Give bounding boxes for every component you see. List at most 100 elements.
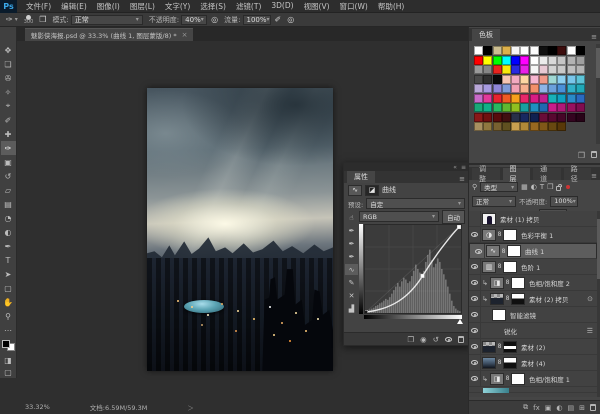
close-tab-icon[interactable]: × [182,31,188,39]
layer-name[interactable]: 锐化 [504,326,517,336]
auto-button[interactable]: 自动 [442,210,465,224]
new-group-icon[interactable]: ▤ [568,404,575,412]
swatch[interactable] [548,94,557,103]
pen-tool[interactable]: ✒ [1,239,16,253]
menu-item[interactable]: 3D(D) [266,1,298,12]
curves-graph[interactable] [365,225,461,313]
foreground-background-colors[interactable] [2,340,15,351]
layer-mask-thumbnail[interactable] [511,373,525,385]
visibility-toggle[interactable] [469,371,481,386]
panel-menu-icon[interactable]: ≡ [461,164,466,171]
swatch[interactable] [493,94,502,103]
swatch[interactable] [511,94,520,103]
menu-item[interactable]: 图像(I) [92,1,125,12]
layer-name[interactable]: 素材 (2) 拷贝 [529,294,568,304]
properties-menu-icon[interactable]: ≡ [459,175,465,183]
swatches-menu-icon[interactable]: ≡ [591,33,597,41]
gradient-tool[interactable]: ▤ [1,197,16,211]
layer-name[interactable]: 素材 (4) [521,358,545,368]
swatch[interactable] [557,46,566,55]
curve-point-tool[interactable]: ∿ [345,264,358,275]
layer-thumbnail[interactable]: ◨ [490,373,504,385]
marquee-tool[interactable]: ❏ [1,57,16,71]
swatch[interactable] [548,113,557,122]
swatch[interactable] [502,46,511,55]
filter-type-icon[interactable]: T [540,183,544,191]
brush-tool[interactable]: ✑ [1,141,16,155]
layer-name[interactable]: 色阶 1 [521,262,540,272]
visibility-toggle[interactable] [469,339,481,354]
swatch[interactable] [539,122,548,131]
link-layers-icon[interactable]: ⧉ [523,403,528,412]
preset-select[interactable]: 自定▾ [366,198,465,209]
screen-mode-button[interactable]: ▢ [1,366,16,378]
reset-icon[interactable]: ↺ [433,335,439,344]
layer-thumbnail[interactable] [482,357,496,369]
swatch[interactable] [474,46,483,55]
swatch[interactable] [539,56,548,65]
targeted-adjustment-tool[interactable]: ☝ [345,212,358,223]
zoom-tool[interactable]: ⚲ [1,309,16,323]
layer-row[interactable]: ∿8曲线 1 [469,243,597,259]
layer-thumbnail[interactable] [482,341,496,353]
curve-control-point[interactable] [421,274,424,278]
swatch[interactable] [483,122,492,131]
swatch[interactable] [557,84,566,93]
white-point-slider[interactable] [457,319,463,324]
filter-pin-icon[interactable] [566,185,570,189]
layer-row[interactable]: 锐化☰ [469,323,597,339]
swatch[interactable] [493,103,502,112]
collapse-panel-icon[interactable]: « [453,164,457,171]
layer-row[interactable]: 8素材 (4) [469,355,597,371]
layer-name[interactable]: 素材 (2) [521,342,545,352]
swatch[interactable] [530,75,539,84]
swatch[interactable] [474,113,483,122]
swatch[interactable] [474,56,483,65]
swatch[interactable] [539,84,548,93]
menu-item[interactable]: 选择(S) [195,1,231,12]
swatch[interactable] [530,94,539,103]
document-canvas[interactable] [147,88,333,371]
swatch[interactable] [576,113,585,122]
swatch[interactable] [474,122,483,131]
swatch[interactable] [557,103,566,112]
swatch[interactable] [511,122,520,131]
status-arrow-icon[interactable]: ＞ [187,402,194,412]
swatch[interactable] [539,46,548,55]
visibility-toggle[interactable] [469,259,481,274]
swatch[interactable] [511,84,520,93]
swatch[interactable] [576,56,585,65]
pressure-opacity-icon[interactable]: ◎ [211,15,218,24]
swatch[interactable] [520,46,529,55]
swatch[interactable] [483,56,492,65]
swatch[interactable] [567,84,576,93]
swatch[interactable] [539,103,548,112]
swatch[interactable] [557,94,566,103]
layer-thumbnail[interactable]: ∿ [486,245,500,257]
swatch[interactable] [474,103,483,112]
curve-control-point[interactable] [365,310,368,313]
view-previous-state-icon[interactable]: ◉ [420,335,427,344]
swatch[interactable] [483,103,492,112]
lock-filter-icon[interactable] [556,186,561,191]
swatch[interactable] [548,56,557,65]
swatch[interactable] [483,46,492,55]
swatch[interactable] [520,103,529,112]
swatch[interactable] [539,65,548,74]
swatch[interactable] [567,75,576,84]
swatch[interactable] [530,103,539,112]
swatch[interactable] [567,113,576,122]
swatch[interactable] [539,113,548,122]
swatch[interactable] [530,113,539,122]
swatch[interactable] [493,56,502,65]
layer-mask-thumbnail[interactable] [511,277,525,289]
swatch[interactable] [567,65,576,74]
swatches-scrollbar[interactable] [596,44,600,144]
swatch[interactable] [576,75,585,84]
swatch[interactable] [511,103,520,112]
swatch[interactable] [483,65,492,74]
swatch[interactable] [548,122,557,131]
edit-toolbar[interactable]: ⋯ [1,323,16,337]
swatch[interactable] [483,75,492,84]
swatch[interactable] [530,46,539,55]
